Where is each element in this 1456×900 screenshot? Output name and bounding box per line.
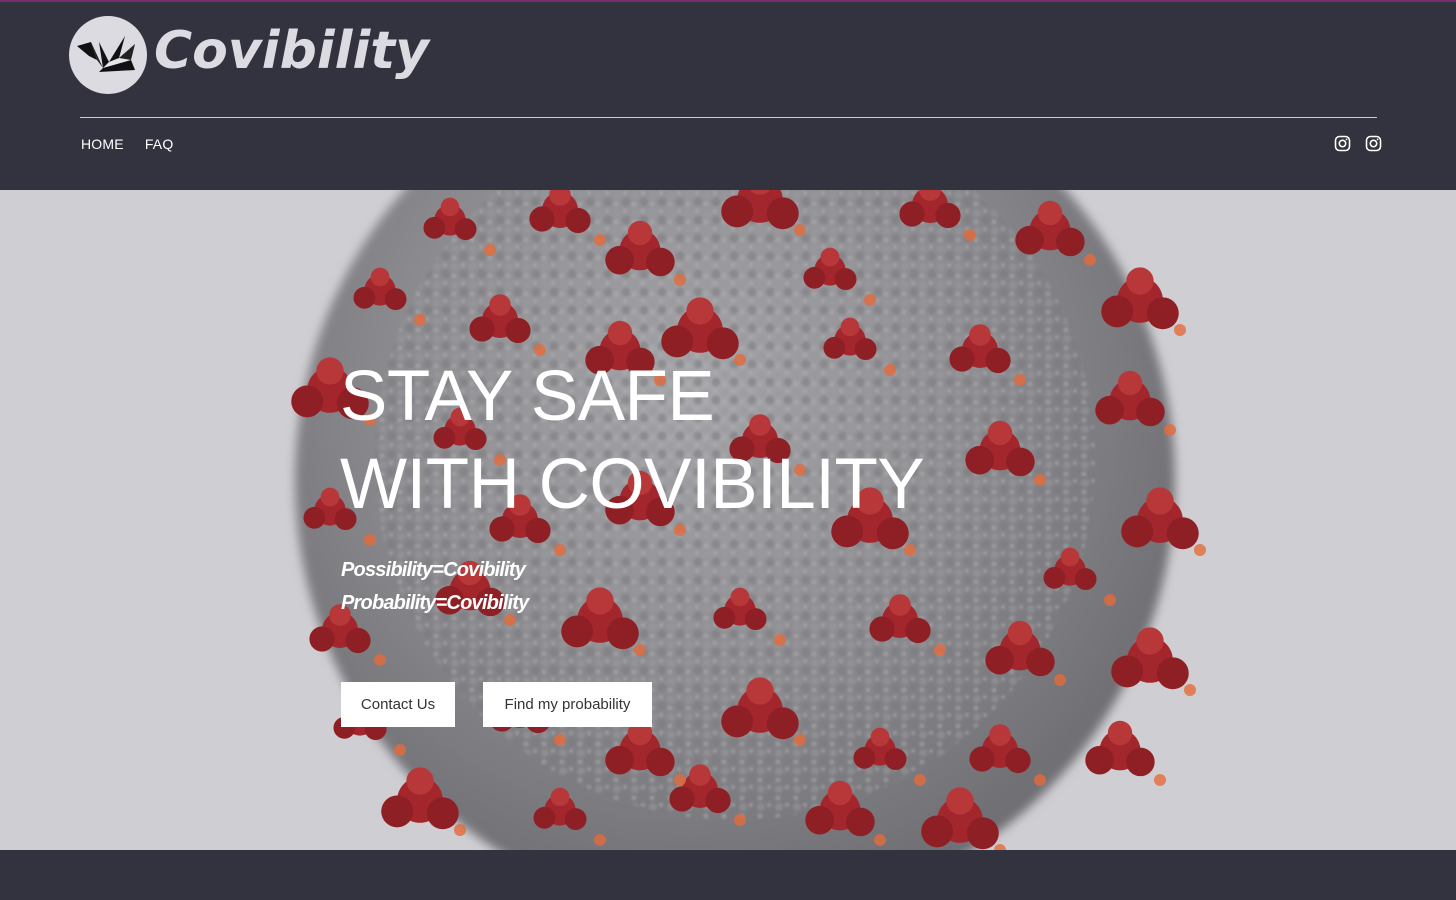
virus-protein-dot: [1154, 774, 1166, 786]
virus-protein-dot: [454, 824, 466, 836]
virus-protein-dot: [484, 244, 496, 256]
virus-protein-dot: [374, 654, 386, 666]
virus-protein-dot: [414, 314, 426, 326]
social-bar: [1334, 135, 1382, 152]
hero-section: STAY SAFE WITH COVIBILITY Possibility=Co…: [0, 190, 1456, 850]
headline-line-2: WITH COVIBILITY: [340, 445, 925, 524]
brand-name[interactable]: Covibility: [154, 16, 429, 86]
virus-protein-dot: [1054, 674, 1066, 686]
virus-protein-dot: [874, 834, 886, 846]
virus-protein-dot: [1174, 324, 1186, 336]
main-nav: HOME FAQ: [81, 134, 173, 154]
virus-protein-dot: [794, 734, 806, 746]
instagram-icon[interactable]: [1334, 135, 1351, 152]
hero-tagline: Possibility=Covibility Probability=Covib…: [341, 554, 529, 620]
header-divider: [80, 117, 1377, 118]
virus-protein-dot: [594, 234, 606, 246]
contact-us-button[interactable]: Contact Us: [341, 682, 455, 727]
virus-protein-dot: [1034, 474, 1046, 486]
virus-protein-dot: [364, 534, 376, 546]
virus-protein-dot: [734, 814, 746, 826]
virus-protein-dot: [864, 294, 876, 306]
virus-protein-dot: [674, 774, 686, 786]
top-accent-line: [0, 0, 1456, 2]
virus-protein-dot: [1104, 594, 1116, 606]
virus-protein-dot: [1084, 254, 1096, 266]
virus-protein-dot: [554, 544, 566, 556]
virus-protein-dot: [634, 644, 646, 656]
virus-protein-dot: [394, 744, 406, 756]
virus-protein-dot: [1014, 374, 1026, 386]
paper-crane-icon: [77, 36, 135, 72]
virus-protein-dot: [1034, 774, 1046, 786]
virus-protein-dot: [1194, 544, 1206, 556]
tagline-line-2: Probability=Covibility: [341, 592, 529, 614]
virus-protein-dot: [674, 274, 686, 286]
hero-headline: STAY SAFE WITH COVIBILITY: [340, 353, 925, 529]
virus-protein-dot: [794, 224, 806, 236]
footer-bar: [0, 850, 1456, 900]
virus-protein-dot: [964, 229, 976, 241]
logo[interactable]: [69, 16, 147, 94]
instagram-icon[interactable]: [1365, 135, 1382, 152]
virus-protein-dot: [554, 734, 566, 746]
virus-protein-dot: [1164, 424, 1176, 436]
nav-item-home[interactable]: HOME: [81, 134, 124, 154]
nav-item-faq[interactable]: FAQ: [145, 134, 174, 154]
virus-protein-dot: [594, 834, 606, 846]
virus-protein-dot: [904, 544, 916, 556]
virus-protein-dot: [934, 644, 946, 656]
virus-protein-dot: [774, 634, 786, 646]
site-header: Covibility HOME FAQ: [0, 0, 1456, 190]
find-probability-button[interactable]: Find my probability: [483, 682, 652, 727]
tagline-line-1: Possibility=Covibility: [341, 559, 526, 581]
virus-protein-dot: [914, 774, 926, 786]
headline-line-1: STAY SAFE: [340, 357, 715, 436]
virus-protein-dot: [1184, 684, 1196, 696]
